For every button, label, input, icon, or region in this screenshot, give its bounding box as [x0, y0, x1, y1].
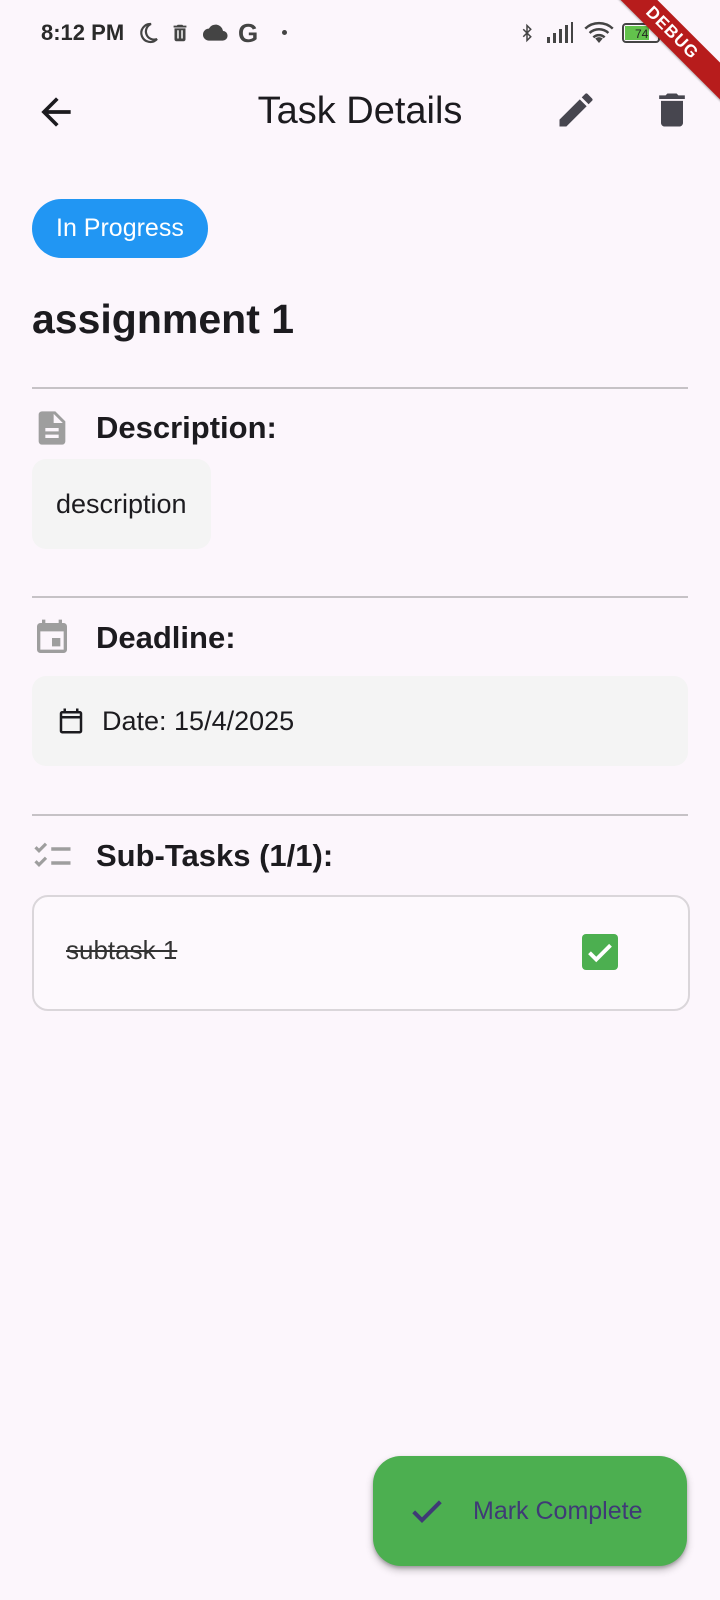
svg-text:74: 74 [635, 27, 649, 41]
dot-icon [282, 30, 287, 35]
trash-icon [659, 93, 685, 127]
mark-complete-button[interactable]: Mark Complete [373, 1456, 687, 1566]
status-bar: 8:12 PM G 74 [0, 0, 720, 68]
divider [32, 596, 688, 598]
subtasks-header: Sub-Tasks (1/1): [32, 834, 333, 878]
delete-button[interactable] [650, 88, 694, 132]
description-header: Description: [32, 406, 277, 450]
trash-notification-icon [173, 24, 187, 42]
subtask-name: subtask 1 [66, 935, 178, 965]
status-badge: In Progress [32, 199, 208, 258]
page-title: Task Details [257, 90, 463, 132]
subtask-item[interactable]: subtask 1 [32, 895, 690, 1011]
cellular-signal-icon [547, 22, 573, 43]
app-bar: Task Details [0, 68, 720, 156]
description-label: Description: [96, 410, 277, 445]
divider [32, 387, 688, 389]
calendar-icon [37, 619, 67, 653]
subtasks-label: Sub-Tasks (1/1): [96, 838, 334, 873]
bluetooth-icon [522, 23, 532, 43]
cloud-icon [202, 24, 228, 41]
google-icon: G [238, 18, 259, 48]
document-icon [38, 411, 66, 445]
deadline-date: Date: 15/4/2025 [102, 705, 295, 736]
divider [32, 814, 688, 816]
deadline-header: Deadline: [32, 616, 236, 660]
moon-icon [140, 22, 158, 44]
deadline-label: Deadline: [96, 620, 236, 655]
check-icon [412, 1500, 442, 1523]
calendar-small-icon [59, 708, 83, 734]
check-icon [588, 943, 612, 963]
subtask-checkbox[interactable] [582, 934, 618, 970]
mark-complete-label: Mark Complete [473, 1496, 643, 1525]
description-text: description [32, 459, 211, 549]
wifi-icon [584, 21, 614, 43]
pencil-icon [559, 93, 593, 127]
task-title: assignment 1 [32, 296, 295, 342]
checklist-icon [34, 842, 71, 867]
edit-button[interactable] [554, 88, 598, 132]
status-time: 8:12 PM [41, 20, 125, 45]
deadline-box: Date: 15/4/2025 [32, 676, 688, 766]
